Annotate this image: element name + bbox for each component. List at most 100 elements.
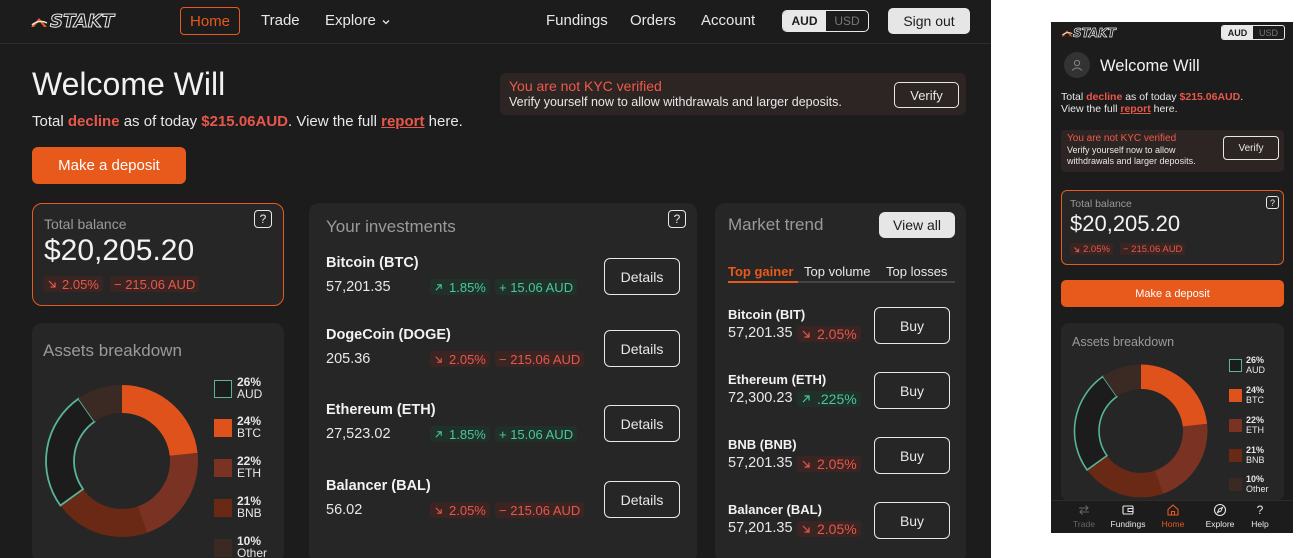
legend-name: Other [237,546,268,558]
legend-label: 22% ETH [1246,415,1264,435]
logo-mark-icon [31,17,48,27]
donut-slice-eth [137,452,198,533]
legend-swatch [214,380,232,398]
legend-item-other: 10% Other [1229,474,1269,494]
donut-slice-btc [1141,364,1208,427]
legend-swatch [1229,359,1242,372]
details-button[interactable]: Details [604,481,680,518]
legend-item-bnb: 21% BNB [1229,445,1265,465]
tab-top-losses[interactable]: Top losses [886,264,947,279]
verify-button[interactable]: Verify [894,82,959,108]
legend-swatch [1229,419,1242,432]
nav-explore[interactable]: Explore [325,12,391,29]
sign-out-button[interactable]: Sign out [888,8,970,34]
investment-price: 56.02 [326,502,363,518]
total-balance-label: Total balance [44,216,127,232]
balance-change-badge: − 215.06 AUD [110,276,200,292]
currency-aud[interactable]: AUD [783,11,826,31]
bottom-nav-fundings[interactable]: Fundings [1105,503,1151,529]
summary-trend: decline [1086,91,1123,103]
help-icon[interactable]: ? [668,210,686,228]
nav-fundings[interactable]: Fundings [546,12,608,29]
legend-name: Other [1246,483,1269,494]
nav-home[interactable]: Home [180,7,240,35]
arrow-down-right-icon [435,355,442,363]
legend-label: 24% BTC [237,415,261,439]
kyc-banner: You are not KYC verified Verify yourself… [500,73,966,115]
market-coin-price: 57,201.35 [728,455,793,471]
currency-aud[interactable]: AUD [1222,26,1253,39]
market-trend-title: Market trend [728,215,824,234]
market-pct-badge: 2.05% [797,521,861,537]
help-icon[interactable]: ? [254,210,272,228]
legend-item-btc: 24% BTC [214,415,261,439]
make-deposit-button[interactable]: Make a deposit [32,147,186,184]
report-link[interactable]: report [381,113,424,130]
details-button[interactable]: Details [604,258,680,295]
nav-trade[interactable]: Trade [261,12,300,29]
details-button[interactable]: Details [604,330,680,367]
currency-usd[interactable]: USD [826,11,868,31]
details-button[interactable]: Details [604,405,680,442]
brand-logo[interactable]: STAKT [30,11,115,33]
legend-item-eth: 22% ETH [214,455,261,479]
tab-underline-active [728,281,798,283]
investments-card: Your investments ? Bitcoin (BTC) 57,201.3… [309,203,697,558]
investment-pct: 1.85% [449,279,486,295]
buy-button[interactable]: Buy [874,307,950,344]
legend-swatch [214,499,232,517]
brand-logo[interactable]: STAKT [1061,26,1116,40]
market-coin-price: 57,201.35 [728,325,793,341]
balance-pct: 2.05% [62,276,99,292]
desktop-view: STAKT Home Trade Explore Fundings Orders… [0,0,991,558]
investment-price: 205.36 [326,351,371,367]
investment-pct: 1.85% [449,426,486,442]
kyc-description: Verify yourself now to allow withdrawals… [1067,145,1196,166]
legend-label: 26% AUD [237,376,262,400]
balance-summary: Total decline as of today $215.06AUD. Vi… [32,113,463,130]
kyc-description: Verify yourself now to allow withdrawals… [509,95,842,109]
legend-item-eth: 22% ETH [1229,415,1264,435]
avatar[interactable] [1064,52,1090,78]
buy-button[interactable]: Buy [874,502,950,539]
balance-summary: Total decline as of today $215.06AUD. Vi… [1061,91,1244,115]
report-link[interactable]: report [1120,103,1150,115]
summary-prefix: Total [32,113,64,130]
make-deposit-button[interactable]: Make a deposit [1061,280,1284,307]
investment-pct-badge: 2.05% [430,351,490,367]
legend-label: 10% Other [1246,474,1269,494]
legend-label: 10% Other [237,535,267,558]
bottom-nav-home[interactable]: Home [1150,503,1196,529]
market-coin-price: 57,201.35 [728,520,793,536]
legend-name: BNB [1246,454,1265,465]
legend-name: BTC [237,426,261,440]
buy-button[interactable]: Buy [874,372,950,409]
currency-toggle[interactable]: AUD USD [782,10,869,32]
welcome-title: Welcome Will [32,66,226,102]
investment-change-badge: + 15.06 AUD [495,279,578,295]
question-icon: ? [1256,503,1264,517]
legend-swatch [1229,449,1242,462]
tab-top-volume[interactable]: Top volume [804,264,870,279]
nav-account[interactable]: Account [701,12,755,29]
balance-pct-badge: 2.05% [1070,243,1113,255]
legend-swatch [214,419,232,437]
view-all-button[interactable]: View all [879,212,955,238]
currency-toggle[interactable]: AUD USD [1221,25,1285,40]
summary-amount: $215.06AUD [1179,91,1241,103]
help-icon[interactable]: ? [1266,196,1279,209]
home-icon [1167,504,1179,516]
verify-button[interactable]: Verify [1223,136,1279,160]
legend-swatch [1229,478,1242,491]
bottom-nav-trade[interactable]: Trade [1061,503,1107,529]
arrow-up-right-icon [435,283,442,291]
market-coin-name: BNB (BNB) [728,437,797,452]
nav-orders[interactable]: Orders [630,12,676,29]
currency-usd[interactable]: USD [1253,26,1284,39]
summary-end: here. [1153,103,1178,115]
tab-top-gainer[interactable]: Top gainer [728,264,793,279]
legend-name: BTC [1246,394,1264,405]
legend-item-btc: 24% BTC [1229,385,1264,405]
buy-button[interactable]: Buy [874,437,950,474]
bottom-nav-help[interactable]: ? Help [1237,503,1283,529]
